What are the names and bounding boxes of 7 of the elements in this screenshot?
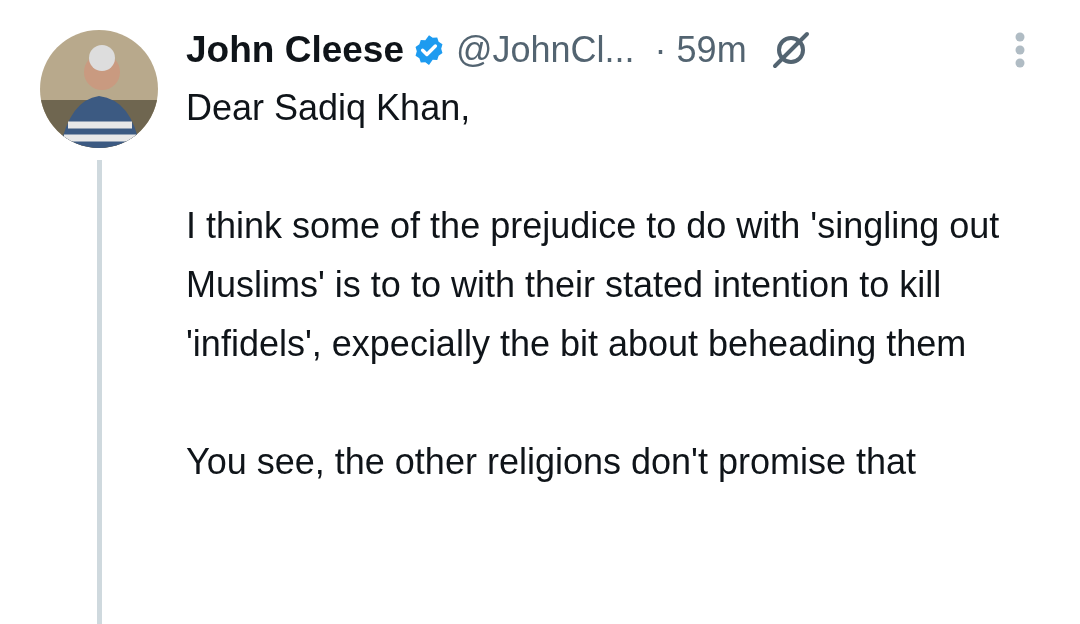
post-text: You see, the other religions don't promise that <box>186 440 917 484</box>
post-text: Dear Sadiq Khan, <box>186 86 472 130</box>
post-text: I think some of the prejudice to do with 'singling out Muslims' is to to with their stated intention to kill 'infidels', expecially the bit about beheading them <box>186 204 1001 366</box>
slashed-circle-icon[interactable] <box>770 30 811 70</box>
post-time[interactable]: · 59m <box>654 23 747 77</box>
author-name[interactable]: John Cleese <box>186 22 404 78</box>
author-handle[interactable]: @JohnCl... <box>456 23 635 77</box>
